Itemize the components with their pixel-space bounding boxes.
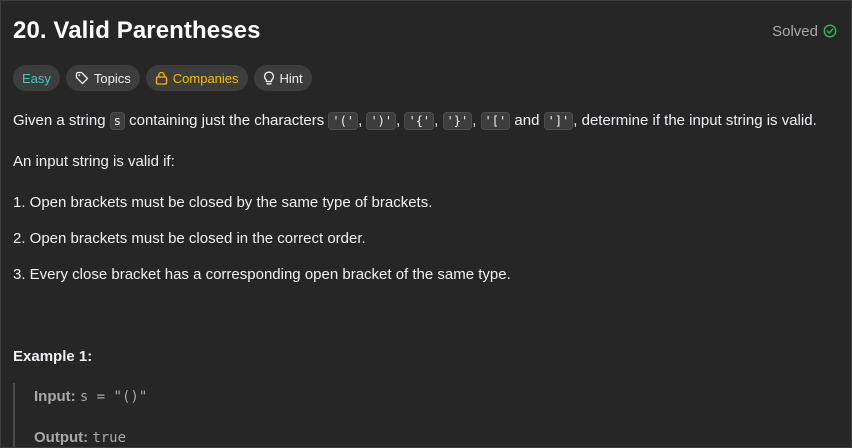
example-block: Input: s = "()" Output: true (13, 383, 313, 447)
solved-label: Solved (772, 22, 818, 40)
input-label: Input: (34, 388, 76, 405)
lock-icon (155, 71, 168, 85)
output-value: true (92, 430, 127, 446)
problem-header: 20. Valid Parentheses Solved (13, 15, 837, 47)
char-close-paren: ')' (366, 112, 397, 130)
rule-1: 1. Open brackets must be closed by the s… (13, 194, 433, 211)
intro-prefix: Given a string (13, 112, 110, 129)
topics-label: Topics (93, 70, 131, 86)
char-close-brace: '}' (442, 112, 473, 130)
output-label: Output: (34, 429, 89, 446)
char-open-brace: '{' (404, 112, 435, 130)
intro-paragraph: Given a string s containing just the cha… (13, 111, 817, 131)
input-value: s = "()" (79, 389, 148, 405)
char-open-bracket: '[' (480, 112, 511, 130)
companies-label: Companies (172, 70, 239, 86)
separator: , (434, 112, 443, 129)
check-circle-icon (823, 24, 837, 38)
difficulty-label: Easy (22, 70, 51, 86)
separator: , (472, 112, 481, 129)
tag-icon (75, 71, 89, 85)
tag-row: Easy Topics Companies Hint (13, 65, 312, 91)
problem-panel: 20. Valid Parentheses Solved Easy Topics (0, 0, 852, 448)
char-open-paren: '(' (328, 112, 359, 130)
intro-suffix: , determine if the input string is valid… (573, 112, 817, 129)
hint-button[interactable]: Hint (253, 65, 312, 91)
example-output: Output: true (34, 428, 127, 447)
valid-if-text: An input string is valid if: (13, 153, 175, 170)
example-title: Example 1: (13, 348, 93, 365)
char-close-bracket: ']' (543, 112, 574, 130)
companies-button[interactable]: Companies (145, 65, 248, 91)
problem-title: 20. Valid Parentheses (13, 17, 261, 44)
solved-status: Solved (772, 23, 837, 40)
and-text: and (510, 112, 544, 129)
example-input: Input: s = "()" (34, 387, 147, 407)
rule-3: 3. Every close bracket has a correspondi… (13, 266, 511, 283)
topics-button[interactable]: Topics (65, 65, 140, 91)
variable-s: s (109, 112, 125, 130)
intro-middle: containing just the characters (124, 112, 329, 129)
hint-label: Hint (279, 70, 303, 86)
lightbulb-icon (263, 71, 275, 86)
rule-2: 2. Open brackets must be closed in the c… (13, 230, 366, 247)
difficulty-badge[interactable]: Easy (13, 65, 60, 91)
